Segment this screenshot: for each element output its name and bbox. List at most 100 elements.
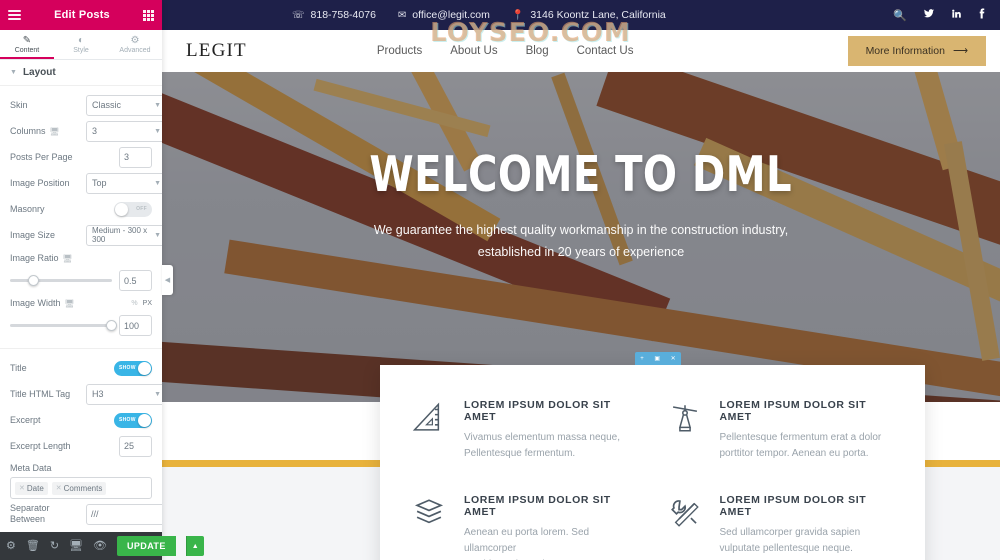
panel-title: Edit Posts	[54, 9, 110, 21]
feature-item-4: LOREM IPSUM DOLOR SIT AMET Sed ullamcorp…	[666, 494, 896, 560]
hero-section: WELCOME TO DML We guarantee the highest …	[162, 72, 1000, 402]
history-icon[interactable]: ↻	[50, 540, 59, 552]
control-masonry-label: Masonry	[10, 203, 45, 214]
unit-px[interactable]: PX	[143, 300, 152, 307]
tab-advanced[interactable]: ⚙ Advanced	[108, 30, 162, 59]
unit-percent[interactable]: %	[131, 300, 137, 307]
trash-icon[interactable]: 🗑	[26, 540, 40, 552]
panel-collapse-handle[interactable]: ◀	[162, 265, 173, 295]
feature-title-3: LOREM IPSUM DOLOR SIT AMET	[464, 494, 611, 518]
topbar-address[interactable]: 📍 3146 Koontz Lane, California	[512, 9, 666, 21]
image-width-input[interactable]	[119, 315, 152, 336]
feature-item-2: LOREM IPSUM DOLOR SIT AMET Pellentesque …	[666, 399, 896, 462]
gear-icon: ⚙	[130, 34, 140, 46]
meta-tag-date[interactable]: ✕ Date	[15, 481, 48, 495]
excerpt-toggle[interactable]: SHOW	[114, 412, 152, 428]
layout-controls-group-1: Skin Classic ▼ Columns 🖥 3 ▼ Posts Per P…	[0, 86, 162, 349]
control-image-width-label: Image Width 🖥	[10, 298, 82, 309]
title-toggle[interactable]: SHOW	[114, 360, 152, 376]
columns-select[interactable]: 3	[86, 120, 162, 142]
slider-handle[interactable]	[28, 275, 40, 286]
close-x-icon[interactable]: ✕	[671, 356, 676, 362]
map-pin-icon: 📍	[511, 9, 525, 21]
topbar-phone[interactable]: ☏ 818-758-4076	[292, 9, 376, 21]
update-options-button[interactable]: ▲	[185, 536, 204, 556]
control-meta-data: Meta Data	[10, 461, 152, 475]
nav-link-about-us[interactable]: About Us	[450, 45, 497, 57]
panel-footer: ⚙ 🗑 ↻ 🖥 👁 UPDATE ▲	[0, 532, 204, 560]
hero-subtitle: We guarantee the highest quality workman…	[374, 219, 788, 263]
close-x-icon[interactable]: ✕	[56, 484, 62, 492]
section-layout-header[interactable]: ▼ Layout	[0, 60, 162, 86]
widgets-grid-icon[interactable]	[142, 9, 154, 21]
feature-text-1: Vivamus elementum massa neque, Pellentes…	[464, 430, 640, 462]
feature-title-4: LOREM IPSUM DOLOR SIT AMET	[719, 494, 867, 518]
twitter-icon[interactable]	[923, 8, 935, 22]
meta-data-tagbox[interactable]: ✕ Date ✕ Comments	[10, 477, 152, 499]
feature-title-2: LOREM IPSUM DOLOR SIT AMET	[719, 399, 867, 423]
linkedin-icon[interactable]	[951, 8, 962, 22]
posts-per-page-input[interactable]	[119, 146, 152, 168]
toggle-knob	[138, 361, 151, 375]
more-information-button[interactable]: More Information ⟶	[847, 36, 986, 66]
close-x-icon[interactable]: ✕	[19, 484, 25, 492]
nav-link-products[interactable]: Products	[377, 45, 422, 57]
image-size-select[interactable]: Medium - 300 x 300	[86, 224, 162, 246]
tab-style[interactable]: ◐ Style	[54, 30, 108, 59]
slider-handle[interactable]	[105, 320, 117, 331]
feature-body-2: LOREM IPSUM DOLOR SIT AMET Pellentesque …	[720, 399, 896, 462]
hero-subtitle-line-2: established in 20 years of experience	[477, 245, 685, 259]
masonry-toggle[interactable]: OFF	[114, 201, 152, 217]
feature-text-1-line-2: Pellentesque fermentum.	[464, 448, 576, 459]
control-image-ratio-label: Image Ratio 🖥	[10, 253, 82, 264]
image-ratio-slider[interactable]	[10, 275, 112, 286]
image-width-slider[interactable]	[10, 320, 117, 331]
hamburger-menu-icon[interactable]	[8, 8, 21, 22]
column-grid-icon[interactable]: ▣	[654, 356, 660, 362]
separator-between-input[interactable]	[86, 503, 162, 525]
excerpt-toggle-state: SHOW	[119, 417, 136, 423]
elementor-panel: Edit Posts ✎ Content ◐ Style ⚙ Advanced …	[0, 0, 204, 560]
site-nav-links: Products About Us Blog Contact Us	[377, 45, 634, 57]
control-image-size-label: Image Size	[10, 229, 56, 240]
desktop-icon[interactable]: 🖥	[50, 126, 60, 137]
topbar-social-group: 🔍	[893, 8, 986, 22]
responsive-mode-icon[interactable]: 🖥	[69, 540, 83, 552]
preview-eye-icon[interactable]: 👁	[93, 540, 107, 552]
desktop-icon[interactable]: 🖥	[65, 298, 75, 309]
topbar-email[interactable]: ✉ office@legit.com	[398, 9, 490, 21]
more-information-label: More Information	[865, 45, 945, 57]
feature-item-3: LOREM IPSUM DOLOR SIT AMET Aenean eu por…	[410, 494, 640, 560]
control-excerpt-length-label: Excerpt Length	[10, 440, 71, 451]
plus-icon[interactable]: +	[640, 356, 644, 362]
elementor-section-toolbar[interactable]: + ▣ ✕	[635, 352, 681, 365]
topbar-phone-text: 818-758-4076	[310, 9, 376, 21]
feature-title-1: LOREM IPSUM DOLOR SIT AMET	[464, 399, 611, 423]
site-logo[interactable]: LEGIT	[186, 40, 247, 62]
panel-header: Edit Posts	[0, 0, 162, 30]
nav-link-blog[interactable]: Blog	[526, 45, 549, 57]
meta-tag-comments[interactable]: ✕ Comments	[51, 481, 107, 495]
control-separator-between-label: Separator Between	[10, 503, 50, 524]
skin-select[interactable]: Classic	[86, 94, 162, 116]
desktop-icon[interactable]: 🖥	[63, 253, 73, 264]
settings-gear-icon[interactable]: ⚙	[6, 540, 16, 552]
layout-controls-group-2: Title SHOW Title HTML Tag H3 ▼ Excerpt S…	[0, 349, 162, 532]
feature-body-1: LOREM IPSUM DOLOR SIT AMET Vivamus eleme…	[464, 399, 640, 462]
chevron-down-icon: ▼	[10, 69, 17, 76]
drafting-compass-icon	[666, 399, 704, 437]
tab-content[interactable]: ✎ Content	[0, 30, 54, 59]
topbar-email-text: office@legit.com	[412, 9, 490, 21]
image-position-select[interactable]: Top	[86, 172, 162, 194]
nav-link-contact-us[interactable]: Contact Us	[577, 45, 634, 57]
site-preview: ☏ 818-758-4076 ✉ office@legit.com 📍 3146…	[162, 0, 1000, 560]
control-columns-label: Columns 🖥	[10, 126, 82, 137]
title-html-tag-select[interactable]: H3	[86, 383, 162, 405]
facebook-icon[interactable]	[978, 8, 986, 22]
search-icon[interactable]: 🔍	[893, 9, 907, 22]
update-button[interactable]: UPDATE	[117, 536, 176, 556]
image-ratio-input[interactable]	[119, 270, 152, 291]
features-card: LOREM IPSUM DOLOR SIT AMET Vivamus eleme…	[380, 365, 925, 560]
excerpt-length-input[interactable]	[119, 435, 152, 457]
control-image-width: Image Width 🖥 % PX	[10, 295, 152, 311]
